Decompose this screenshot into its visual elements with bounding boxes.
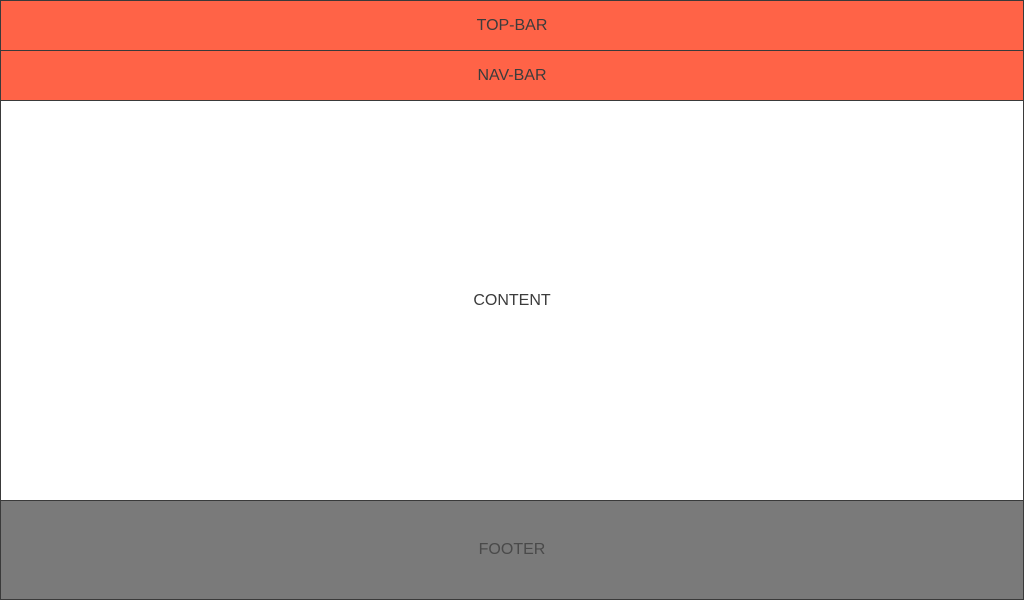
layout-wireframe: TOP-BAR NAV-BAR CONTENT FOOTER (0, 0, 1024, 600)
top-bar-label: TOP-BAR (476, 16, 548, 34)
content-label: CONTENT (473, 291, 551, 309)
footer-label: FOOTER (478, 541, 546, 558)
nav-bar-label: NAV-BAR (477, 66, 547, 84)
nav-bar: NAV-BAR (0, 50, 1024, 101)
top-bar: TOP-BAR (0, 0, 1024, 51)
footer: FOOTER (0, 500, 1024, 600)
content-area: CONTENT (0, 100, 1024, 501)
